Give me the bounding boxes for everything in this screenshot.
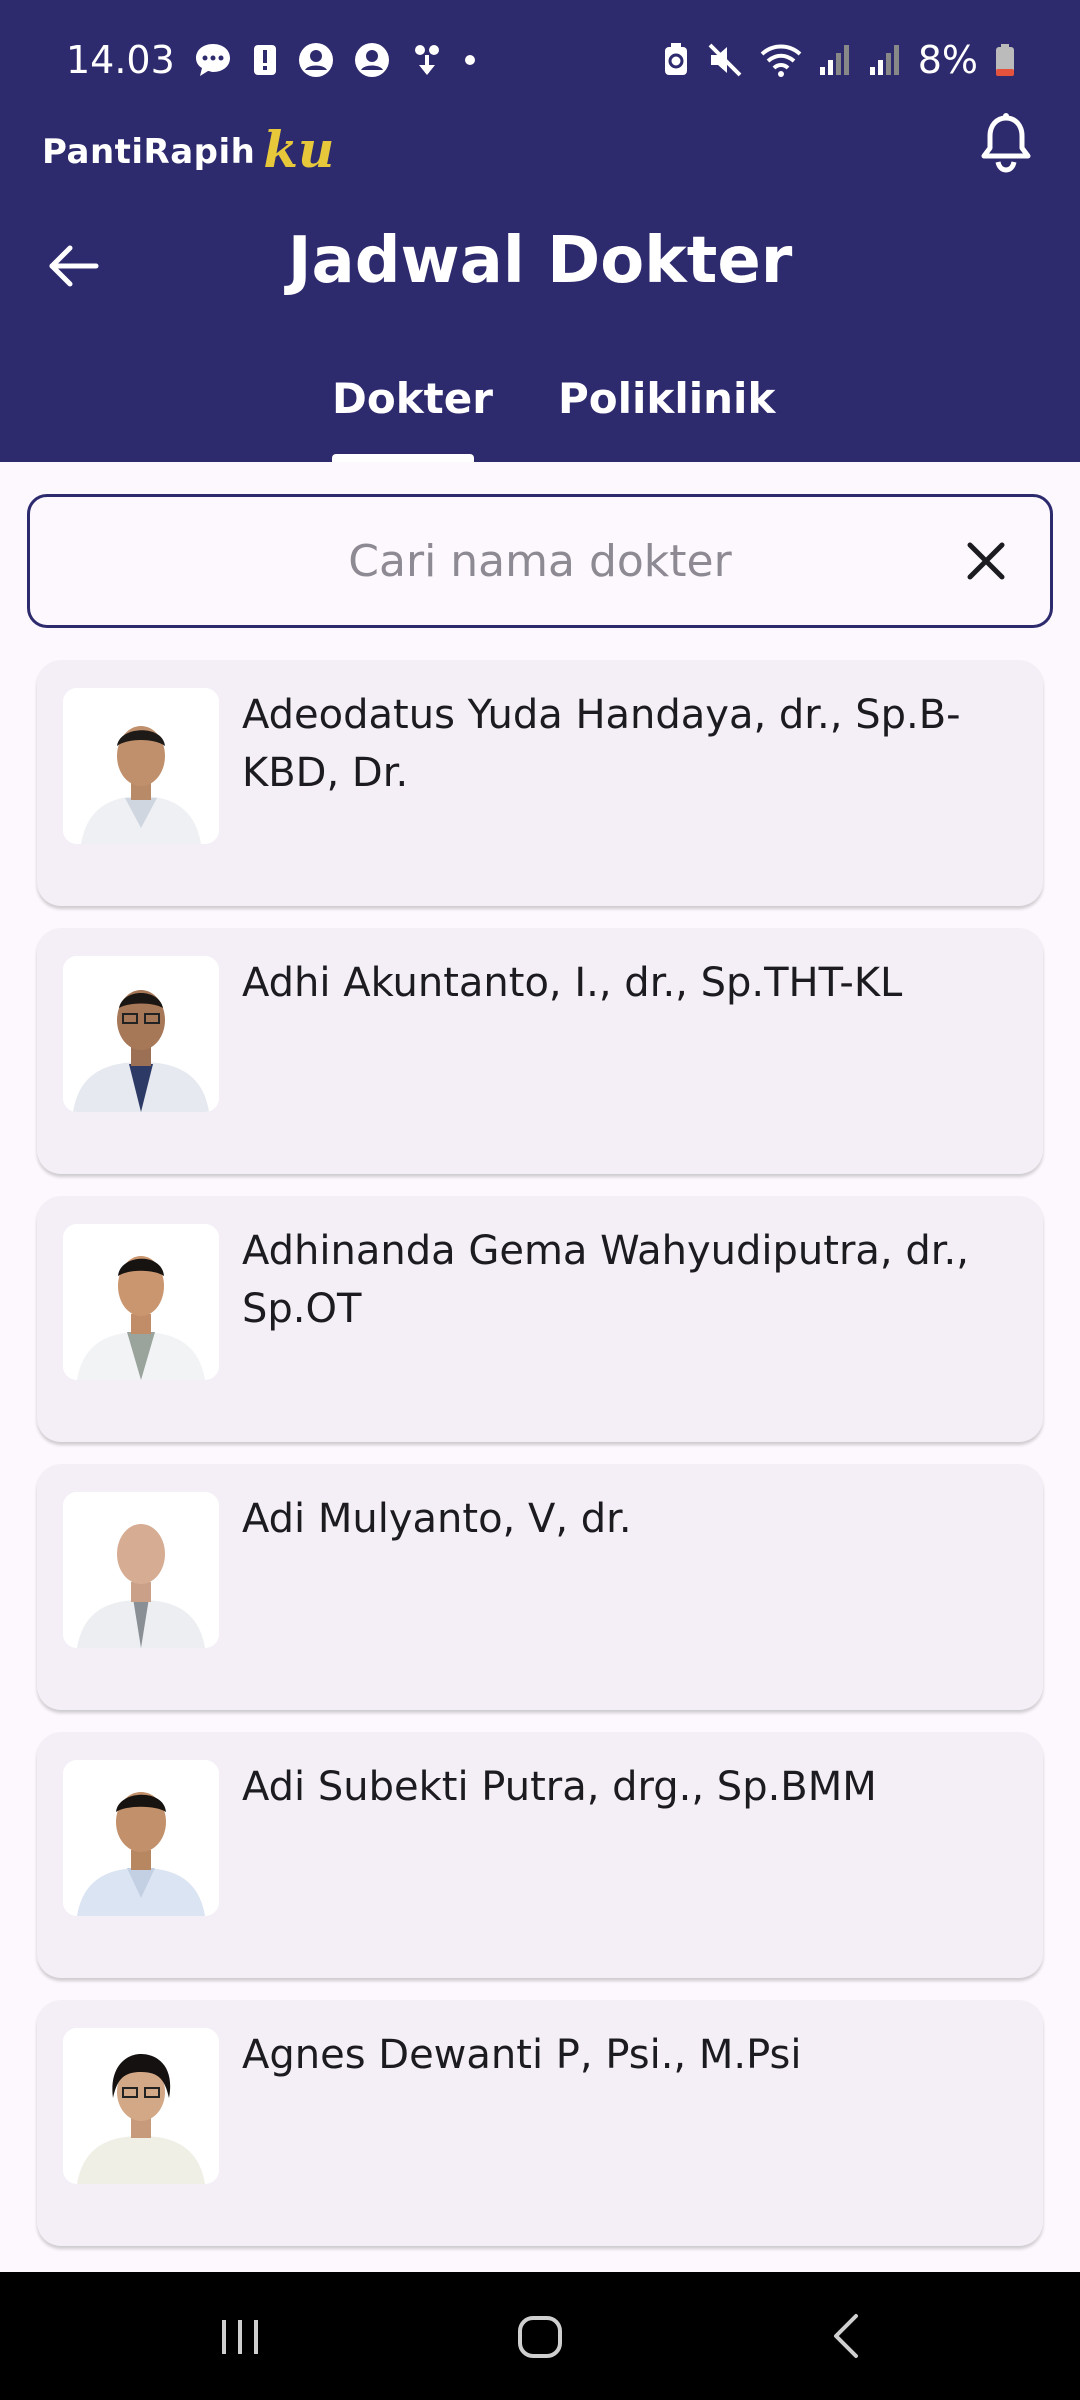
doctor-photo	[63, 1760, 219, 1916]
system-nav-bar	[0, 2272, 1080, 2400]
tab-dokter[interactable]: Dokter	[332, 374, 493, 423]
doctor-card[interactable]: Adhinanda Gema Wahyudiputra, dr., Sp.OT	[37, 1196, 1043, 1442]
doctor-card[interactable]: Adeodatus Yuda Handaya, dr., Sp.B-KBD, D…	[37, 660, 1043, 906]
doctor-name: Adi Subekti Putra, drg., Sp.BMM	[242, 1764, 877, 1810]
doctor-photo	[63, 956, 219, 1112]
doctor-name: Adhi Akuntanto, I., dr., Sp.THT-KL	[242, 960, 903, 1006]
doctor-card[interactable]: Adi Mulyanto, V, dr.	[37, 1464, 1043, 1710]
status-time: 14.03	[66, 38, 175, 82]
app-header: 14.03 8% PantiRapih ku Jadwal Dokter Dok…	[0, 0, 1080, 462]
battery-percent: 8%	[917, 38, 978, 82]
alert-icon	[251, 41, 279, 79]
doctor-card[interactable]: Agnes Dewanti P, Psi., M.Psi	[37, 2000, 1043, 2246]
wifi-icon	[760, 41, 802, 79]
doctor-photo	[63, 1224, 219, 1380]
signal-icon	[818, 41, 852, 79]
message-icon	[193, 41, 233, 79]
doctor-list: Adeodatus Yuda Handaya, dr., Sp.B-KBD, D…	[37, 660, 1043, 2268]
notification-bell-icon[interactable]	[976, 110, 1036, 174]
doctor-name: Agnes Dewanti P, Psi., M.Psi	[242, 2032, 802, 2078]
usb-icon	[409, 41, 445, 79]
logo-accent-text: ku	[263, 120, 335, 179]
search-box	[27, 494, 1053, 628]
doctor-name: Adeodatus Yuda Handaya, dr., Sp.B-KBD, D…	[242, 692, 961, 796]
battery-saver-icon	[662, 41, 690, 79]
page-title: Jadwal Dokter	[287, 224, 793, 298]
doctor-photo	[63, 1492, 219, 1648]
back-icon[interactable]	[826, 2308, 866, 2368]
doctor-photo	[63, 688, 219, 844]
close-icon[interactable]	[964, 539, 1008, 583]
tab-poliklinik[interactable]: Poliklinik	[558, 374, 775, 423]
tab-indicator	[332, 454, 474, 462]
doctor-name: Adi Mulyanto, V, dr.	[242, 1496, 632, 1542]
doctor-card[interactable]: Adi Subekti Putra, drg., Sp.BMM	[37, 1732, 1043, 1978]
battery-icon	[994, 41, 1016, 79]
search-input[interactable]	[30, 497, 1050, 625]
recent-apps-icon[interactable]	[218, 2308, 262, 2368]
account-icon	[353, 41, 391, 79]
mute-icon	[706, 41, 744, 79]
tab-bar: Dokter Poliklinik	[0, 364, 1080, 462]
logo-text: PantiRapih	[42, 132, 256, 172]
account-icon	[297, 41, 335, 79]
signal-icon	[868, 41, 902, 79]
doctor-name: Adhinanda Gema Wahyudiputra, dr., Sp.OT	[242, 1228, 969, 1332]
doctor-photo	[63, 2028, 219, 2184]
doctor-card[interactable]: Adhi Akuntanto, I., dr., Sp.THT-KL	[37, 928, 1043, 1174]
home-icon[interactable]	[514, 2308, 566, 2368]
dot-icon	[463, 53, 477, 67]
app-logo: PantiRapih ku	[42, 112, 335, 179]
status-bar: 14.03 8%	[0, 0, 1080, 120]
